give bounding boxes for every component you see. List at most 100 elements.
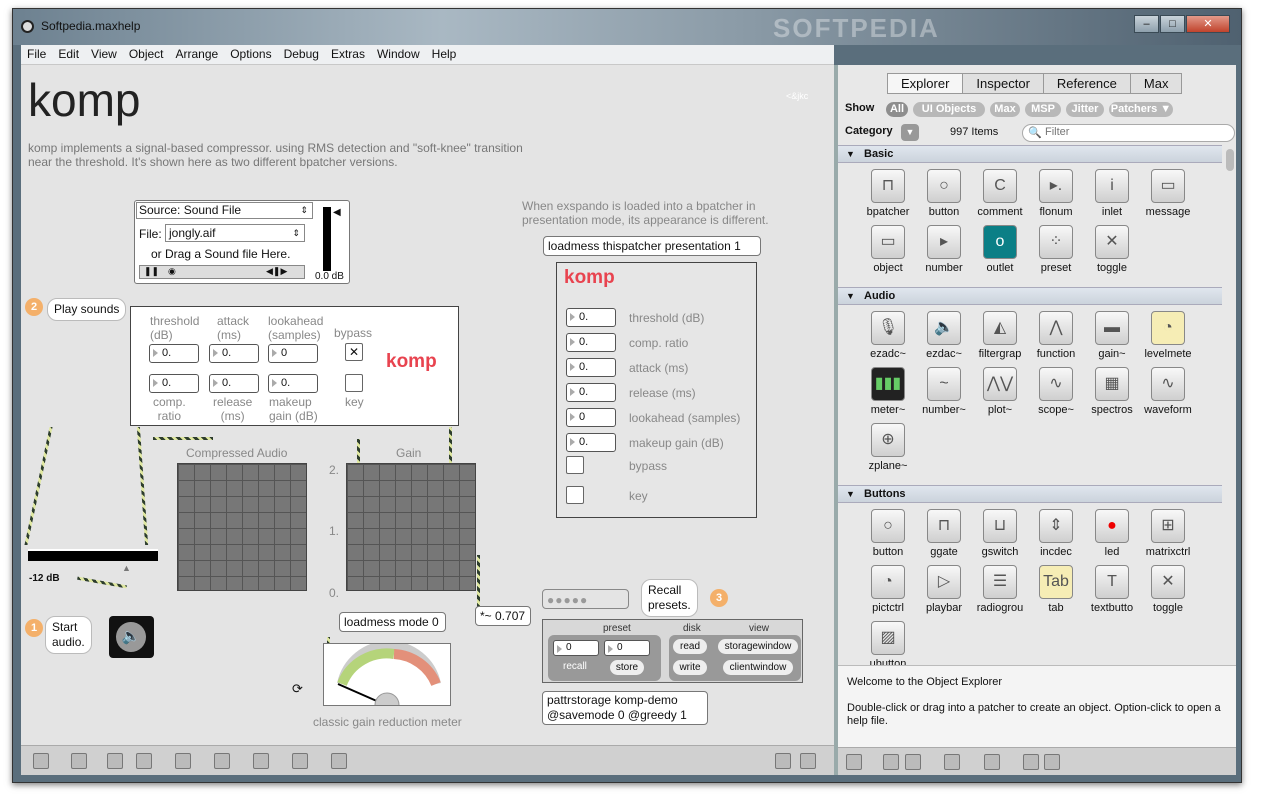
gain-scope[interactable] xyxy=(346,463,476,591)
preset-object[interactable]: ●●●●● xyxy=(542,589,629,609)
gear-icon[interactable] xyxy=(846,754,862,770)
source-menu[interactable]: Source: Sound File ⇕ xyxy=(136,202,313,219)
gain-slider[interactable] xyxy=(323,207,331,271)
menu-item[interactable]: View xyxy=(85,45,123,63)
menu-item[interactable]: File xyxy=(21,45,52,63)
explorer-tab[interactable]: Inspector xyxy=(962,73,1044,94)
object-item[interactable]: ✕ toggle xyxy=(1139,565,1197,614)
menu-item[interactable]: Window xyxy=(371,45,426,63)
grid-icon[interactable] xyxy=(292,753,308,769)
key-toggle[interactable] xyxy=(566,486,584,504)
menu-item[interactable]: Object xyxy=(123,45,170,63)
filter-pill[interactable]: Max xyxy=(990,102,1020,117)
object-item[interactable]: ⊞ matrixctrl xyxy=(1139,509,1197,558)
object-item[interactable]: 🔈 ezdac~ xyxy=(915,311,973,360)
object-item[interactable]: ⊕ zplane~ xyxy=(859,423,917,472)
settings-icon[interactable] xyxy=(331,753,347,769)
filter-input[interactable] xyxy=(1045,126,1225,138)
pattrstorage-object[interactable]: pattrstorage komp-demo @savemode 0 @gree… xyxy=(542,691,708,725)
gain-multiply-object[interactable]: *~ 0.707 xyxy=(475,606,531,626)
read-button[interactable]: read xyxy=(673,639,707,654)
menu-item[interactable]: Arrange xyxy=(170,45,225,63)
split-vertical-icon[interactable] xyxy=(800,753,816,769)
preset-number-2[interactable]: 0 xyxy=(604,640,650,656)
object-item[interactable]: ⊓ bpatcher xyxy=(859,169,917,218)
eye-icon[interactable] xyxy=(944,754,960,770)
scrollbar-thumb[interactable] xyxy=(1226,149,1234,171)
object-item[interactable]: ⊓ ggate xyxy=(915,509,973,558)
object-item[interactable]: ✕ toggle xyxy=(1083,225,1141,274)
minimize-button[interactable]: – xyxy=(1134,15,1159,33)
object-item[interactable]: ▮▮▮ meter~ xyxy=(859,367,917,416)
category-dropdown[interactable]: ▼ xyxy=(901,124,919,141)
object-item[interactable]: ▬ gain~ xyxy=(1083,311,1141,360)
explorer-tab[interactable]: Max xyxy=(1129,73,1183,94)
loadmess-mode-object[interactable]: loadmess mode 0 xyxy=(339,612,446,632)
param-number[interactable]: 0. xyxy=(566,308,616,327)
filter-search[interactable]: 🔍 xyxy=(1022,124,1235,142)
key-toggle[interactable] xyxy=(345,374,363,392)
object-item[interactable]: ☰ radiogrou xyxy=(971,565,1029,614)
object-item[interactable]: ⇕ incdec xyxy=(1027,509,1085,558)
object-item[interactable]: i inlet xyxy=(1083,169,1141,218)
filter-pill[interactable]: Jitter xyxy=(1066,102,1104,117)
menu-item[interactable]: Debug xyxy=(278,45,325,63)
playbar[interactable]: ❚❚ ◉ ◀❚▶ xyxy=(139,265,305,279)
debug-icon[interactable] xyxy=(175,753,191,769)
object-item[interactable]: ▸ number xyxy=(915,225,973,274)
makeup-number[interactable]: 0. xyxy=(268,374,318,393)
param-number[interactable]: 0. xyxy=(566,358,616,377)
info-icon[interactable] xyxy=(214,753,230,769)
object-item[interactable]: ▦ spectros xyxy=(1083,367,1141,416)
presentation-icon[interactable] xyxy=(71,753,87,769)
object-item[interactable]: Tab tab xyxy=(1027,565,1085,614)
section-header[interactable]: Audio xyxy=(838,287,1222,305)
menu-item[interactable]: Edit xyxy=(52,45,85,63)
object-item[interactable]: 🎙 ezadc~ xyxy=(859,311,917,360)
object-item[interactable]: ⋀ function xyxy=(1027,311,1085,360)
object-item[interactable]: ▸. flonum xyxy=(1027,169,1085,218)
object-item[interactable]: ⋀⋁ plot~ xyxy=(971,367,1029,416)
object-item[interactable]: ∿ scope~ xyxy=(1027,367,1085,416)
object-item[interactable]: ● led xyxy=(1083,509,1141,558)
object-item[interactable]: ▭ object xyxy=(859,225,917,274)
write-button[interactable]: write xyxy=(673,660,707,675)
preset-number-1[interactable]: 0 xyxy=(553,640,599,656)
attack-number[interactable]: 0. xyxy=(209,344,259,363)
filter-pill[interactable]: Patchers ▼ xyxy=(1109,102,1173,117)
patcher-canvas[interactable]: komp <&jkc komp implements a signal-base… xyxy=(21,65,834,745)
grid-view-icon[interactable] xyxy=(883,754,899,770)
connect-icon[interactable] xyxy=(253,753,269,769)
section-header[interactable]: Buttons xyxy=(838,485,1222,503)
delete-icon[interactable] xyxy=(136,753,152,769)
comp-ratio-number[interactable]: 0. xyxy=(149,374,199,393)
loadmess-presentation-object[interactable]: loadmess thispatcher presentation 1 xyxy=(543,236,761,256)
menu-item[interactable]: Extras xyxy=(325,45,371,63)
explorer-tab[interactable]: Explorer xyxy=(887,73,964,94)
menu-item[interactable]: Options xyxy=(224,45,277,63)
maximize-button[interactable]: □ xyxy=(1160,15,1185,33)
object-item[interactable]: ▭ message xyxy=(1139,169,1197,218)
add-icon[interactable] xyxy=(984,754,1000,770)
split-horizontal-icon[interactable] xyxy=(775,753,791,769)
threshold-number[interactable]: 0. xyxy=(149,344,199,363)
param-number[interactable]: 0. xyxy=(566,333,616,352)
object-item[interactable]: ~ number~ xyxy=(915,367,973,416)
object-item[interactable]: ∿ waveform xyxy=(1139,367,1197,416)
object-item[interactable]: ○ button xyxy=(915,169,973,218)
object-item[interactable]: Ttextbutto xyxy=(1083,565,1141,614)
rewind-icon[interactable]: ◀❚▶ xyxy=(266,266,287,277)
bypass-toggle[interactable]: ✕ xyxy=(345,343,363,361)
ezdac-button[interactable]: 🔈 xyxy=(109,616,154,658)
recall-button[interactable]: recall xyxy=(563,661,587,672)
object-item[interactable]: ◭ filtergrap xyxy=(971,311,1029,360)
filter-pill[interactable]: MSP xyxy=(1025,102,1061,117)
param-number[interactable]: 0. xyxy=(566,433,616,452)
filter-pill[interactable]: UI Objects xyxy=(913,102,985,117)
menu-item[interactable]: Help xyxy=(426,45,463,63)
close-button[interactable]: ✕ xyxy=(1186,15,1230,33)
param-number[interactable]: 0. xyxy=(566,383,616,402)
storagewindow-button[interactable]: storagewindow xyxy=(718,639,798,654)
object-item[interactable]: o outlet xyxy=(971,225,1029,274)
menu-icon[interactable] xyxy=(1044,754,1060,770)
